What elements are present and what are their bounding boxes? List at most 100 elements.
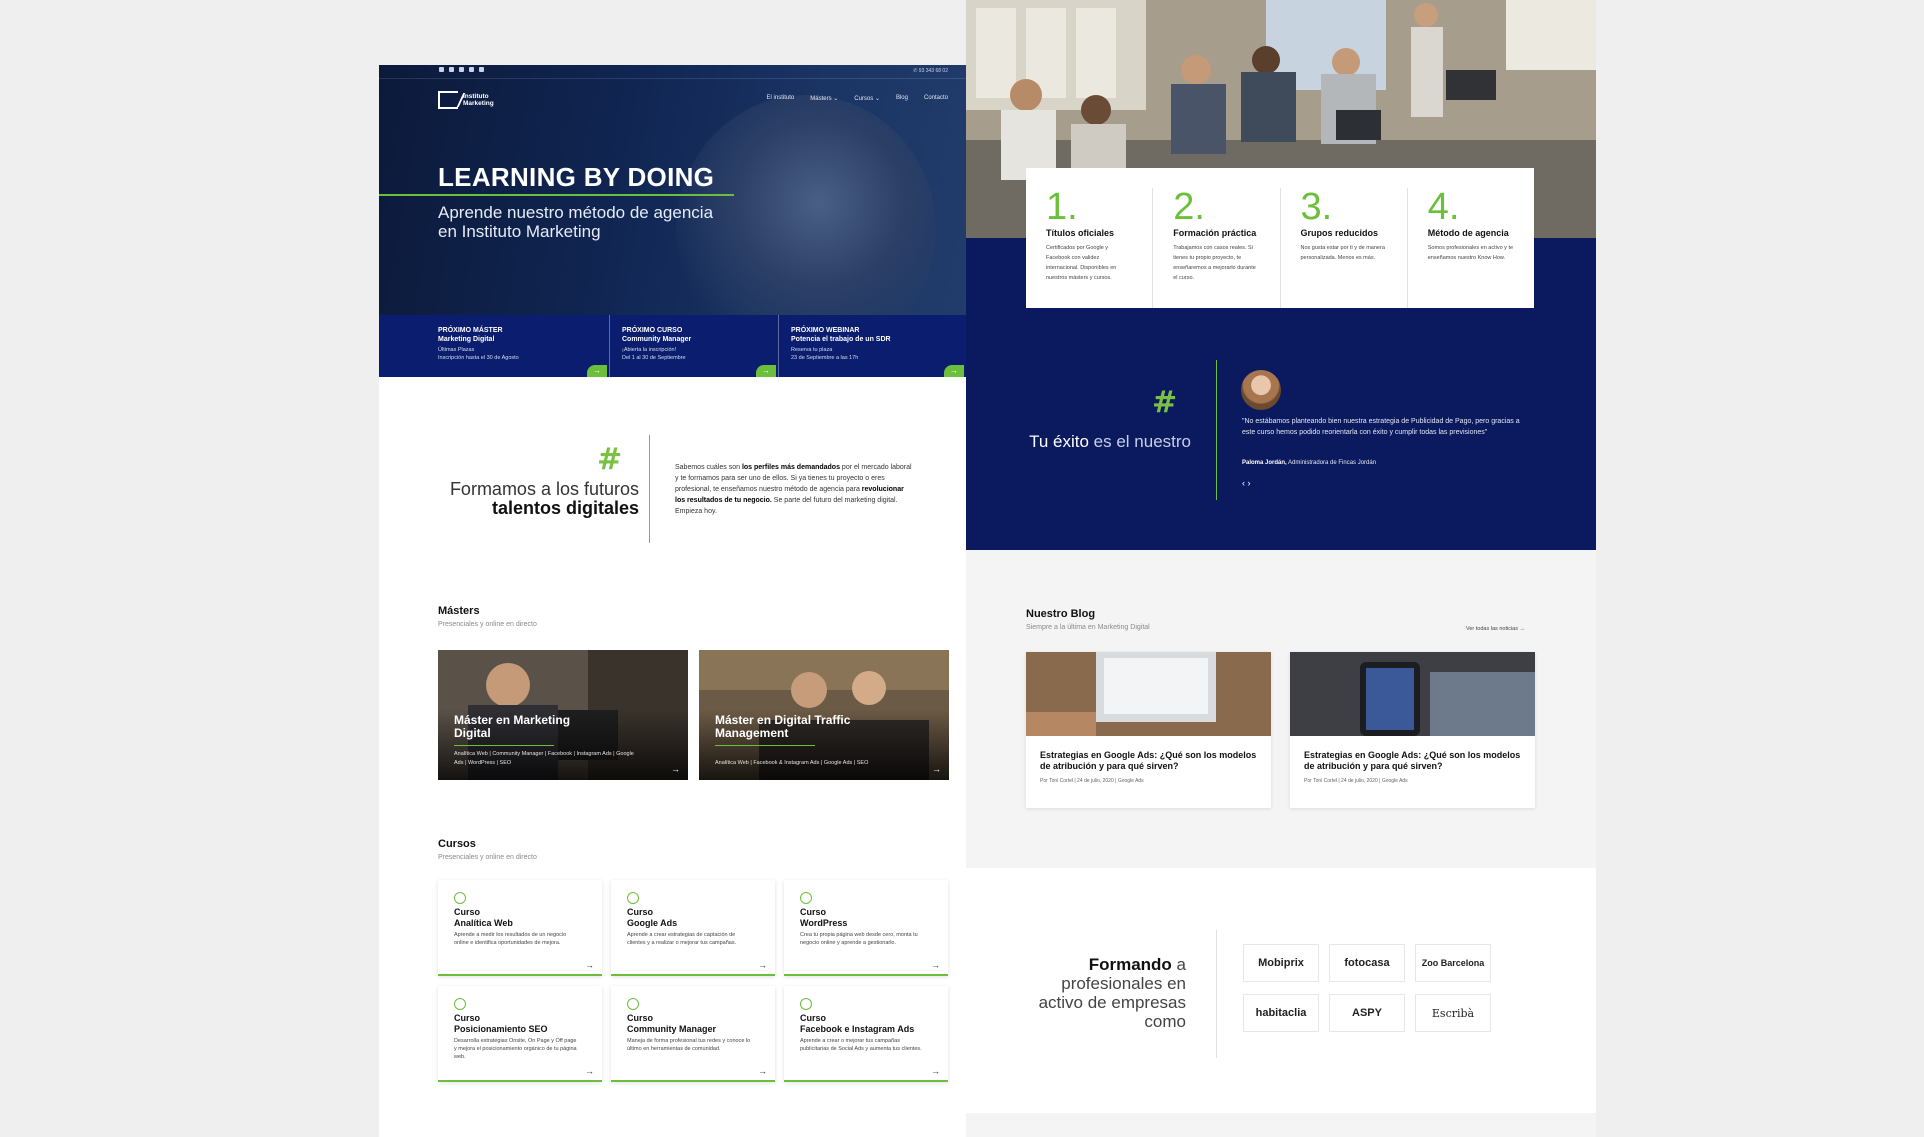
nav-item-masters[interactable]: Másters ⌄ xyxy=(810,95,838,102)
section-title: Cursos xyxy=(438,838,476,850)
site-logo[interactable]: Instituto Marketing xyxy=(438,91,503,109)
blog-photo xyxy=(1290,652,1535,736)
step-title: Grupos reducidos xyxy=(1300,228,1379,238)
top-bar: ✆ 93 343 68 02 xyxy=(379,65,966,79)
course-title: Analítica Web xyxy=(454,918,513,928)
hero-subtitle: Aprende nuestro método de agencia en Ins… xyxy=(438,203,714,241)
nav-item-cursos[interactable]: Cursos ⌄ xyxy=(854,95,880,102)
arrow-right-icon[interactable]: → xyxy=(756,365,776,377)
nav-item-blog[interactable]: Blog xyxy=(896,95,908,102)
course-card-wordpress[interactable]: Curso WordPress Crea tu propia página we… xyxy=(784,880,948,976)
nav-item-contacto[interactable]: Contacto xyxy=(924,95,948,102)
blog-card[interactable]: Estrategias en Google Ads: ¿Qué son los … xyxy=(1026,652,1271,808)
course-card-seo[interactable]: Curso Posicionamiento SEO Desarrolla est… xyxy=(438,986,602,1082)
course-title: Community Manager xyxy=(627,1024,717,1034)
master-topics: Analítica Web | Facebook & Instagram Ads… xyxy=(715,760,869,766)
arrow-right-icon[interactable]: → xyxy=(758,960,767,970)
box-title: Potencia el trabajo de un SDR xyxy=(791,336,891,343)
arrow-right-icon[interactable]: → xyxy=(931,960,940,970)
upcoming-events-bar: PRÓXIMO MÁSTER Marketing Digital Últimas… xyxy=(379,315,966,377)
course-card-google-ads[interactable]: Curso Google Ads Aprende a crear estrate… xyxy=(611,880,775,976)
intro-text: Sabemos cuáles son los perfiles más dema… xyxy=(675,462,915,517)
divider xyxy=(1216,360,1217,500)
box-detail: Últimas Plazas Inscripción hasta el 30 de… xyxy=(438,346,609,362)
box-title: Marketing Digital xyxy=(438,336,495,343)
facebook-icon[interactable] xyxy=(449,67,454,72)
social-links xyxy=(439,67,484,72)
arrow-right-icon[interactable]: → xyxy=(931,1066,940,1076)
see-all-news-link[interactable]: Ver todas las noticias → xyxy=(1466,626,1525,632)
step-2: 2. Formación práctica Trabajamos con cas… xyxy=(1152,188,1279,308)
master-title: Máster en Marketing Digital xyxy=(454,713,571,740)
blog-header: Nuestro Blog Siempre a la última en Mark… xyxy=(1026,608,1150,631)
analytics-icon xyxy=(454,892,466,904)
course-card-social-ads[interactable]: Curso Facebook e Instagram Ads Aprende a… xyxy=(784,986,948,1082)
blog-post-meta: Por Toni Cortel | 24 de julio, 2020 | Go… xyxy=(1040,778,1144,784)
testimonial-title-a: Tu éxito xyxy=(1029,432,1094,451)
course-card-community[interactable]: Curso Community Manager Maneja de forma … xyxy=(611,986,775,1082)
hero-section: ✆ 93 343 68 02 Instituto Marketing El in… xyxy=(379,65,966,377)
box-kicker: PRÓXIMO WEBINAR xyxy=(791,327,860,334)
testimonial-quote: "No estábamos planteando bien nuestra es… xyxy=(1242,418,1520,436)
arrow-right-icon[interactable]: → xyxy=(587,365,607,377)
blog-post-title[interactable]: Estrategias en Google Ads: ¿Qué son los … xyxy=(1290,736,1535,772)
testimonial-title-b: es el nuestro xyxy=(1093,432,1191,451)
divider xyxy=(1216,930,1217,1058)
blog-photo-art xyxy=(1290,652,1535,736)
master-card-traffic-management[interactable]: Máster en Digital Traffic Management Ana… xyxy=(699,650,949,780)
arrow-right-icon[interactable]: → xyxy=(932,764,941,774)
nav-item-instituto[interactable]: El instituto xyxy=(767,95,795,102)
course-kicker: Curso xyxy=(454,907,481,917)
box-line2: 23 de Septiembre a las 17h xyxy=(791,355,859,361)
youtube-icon[interactable] xyxy=(459,67,464,72)
blog-post-title[interactable]: Estrategias en Google Ads: ¿Qué son los … xyxy=(1026,736,1271,772)
course-title: WordPress xyxy=(800,918,848,928)
courses-header: Cursos Presenciales y online en directo xyxy=(438,838,537,861)
arrow-right-icon[interactable]: → xyxy=(944,365,964,377)
step-desc: Certificados por Google y Facebook con v… xyxy=(1046,245,1117,281)
master-title: Máster en Digital Traffic Management xyxy=(715,713,851,740)
master-topics: Analítica Web | Community Manager | Face… xyxy=(454,751,634,766)
course-desc: Crea tu propia página web desde cero, mo… xyxy=(800,932,918,946)
clients-title-a: Formando xyxy=(1088,955,1177,974)
twitter-icon[interactable] xyxy=(469,67,474,72)
master-card-marketing-digital[interactable]: Máster en Marketing Digital Analítica We… xyxy=(438,650,688,780)
course-title: Facebook e Instagram Ads xyxy=(800,1024,915,1034)
google-ads-icon xyxy=(627,892,639,904)
next-master-box[interactable]: PRÓXIMO MÁSTER Marketing Digital Últimas… xyxy=(379,315,609,377)
arrow-right-icon[interactable]: → xyxy=(585,1066,594,1076)
step-title: Formación práctica xyxy=(1173,228,1257,238)
step-number: 3. xyxy=(1300,186,1333,228)
arrow-right-icon[interactable]: → xyxy=(671,764,680,774)
carousel-arrows[interactable]: ‹ › xyxy=(1242,478,1251,488)
course-card-analitica[interactable]: Curso Analítica Web Aprende a medir los … xyxy=(438,880,602,976)
course-kicker: Curso xyxy=(627,1013,654,1023)
blog-card[interactable]: Estrategias en Google Ads: ¿Qué son los … xyxy=(1290,652,1535,808)
next-course-box[interactable]: PRÓXIMO CURSO Community Manager ¡Abierta… xyxy=(609,315,778,377)
course-desc: Maneja de forma profesional tus redes y … xyxy=(627,1038,751,1052)
box-kicker: PRÓXIMO MÁSTER xyxy=(438,327,503,334)
search-icon xyxy=(454,998,466,1010)
linkedin-icon[interactable] xyxy=(479,67,484,72)
client-logo-aspy: ASPY xyxy=(1329,994,1405,1032)
box-title: Community Manager xyxy=(622,336,692,343)
next-webinar-box[interactable]: PRÓXIMO WEBINAR Potencia el trabajo de u… xyxy=(778,315,966,377)
arrow-right-icon[interactable]: → xyxy=(758,1066,767,1076)
box-detail: ¡Abierta la inscripción! Del 1 al 30 de S… xyxy=(622,346,778,362)
instagram-icon[interactable] xyxy=(439,67,444,72)
intro-text-bold-1: los perfiles más demandados xyxy=(741,464,840,471)
course-desc: Aprende a crear estrategias de captación… xyxy=(627,932,737,946)
hashtag-icon: # xyxy=(1152,385,1178,420)
course-kicker: Curso xyxy=(627,907,654,917)
step-1: 1. Títulos oficiales Certificados por Go… xyxy=(1026,188,1152,308)
phone-number[interactable]: ✆ 93 343 68 02 xyxy=(913,68,948,74)
step-title: Títulos oficiales xyxy=(1046,228,1115,238)
step-desc: Somos profesionales en activo y te enseñ… xyxy=(1427,245,1514,261)
testimonial-author: Paloma Jordán, Administradora de Fincas … xyxy=(1242,460,1376,466)
testimonial-title: Tu éxito es el nuestro xyxy=(1026,432,1191,452)
arrow-right-icon[interactable]: → xyxy=(585,960,594,970)
box-line1: ¡Abierta la inscripción! xyxy=(622,347,677,353)
intro-title-a: Formamos a los futuros xyxy=(449,479,639,499)
box-line1: Reserva tu plaza xyxy=(791,347,833,353)
client-logo-zoo: Zoo Barcelona xyxy=(1415,944,1491,982)
